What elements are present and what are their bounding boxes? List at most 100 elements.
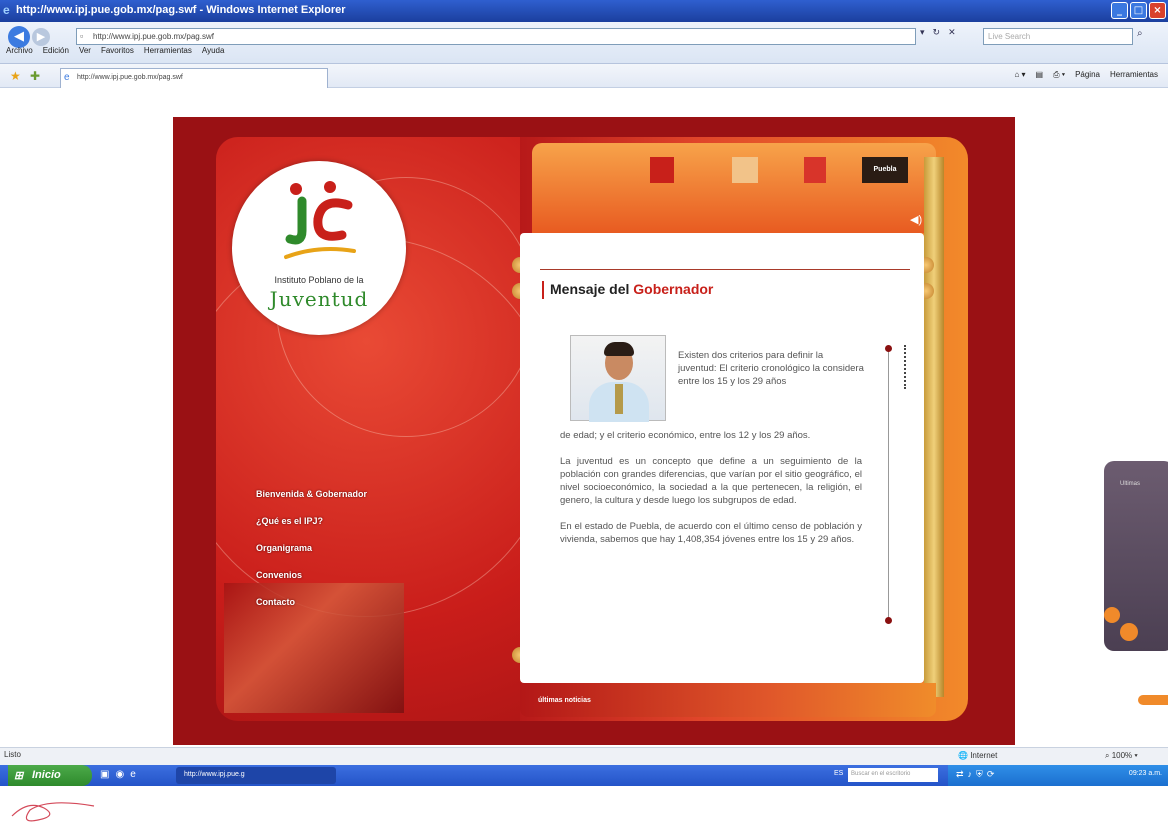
page-title: Mensaje del Gobernador	[550, 281, 713, 297]
windows-taskbar: ⊞ Inicio ▣ ◉ e http://www.ipj.pue.g ES B…	[0, 765, 1168, 786]
language-indicator[interactable]: ES	[834, 770, 843, 777]
photo-tie	[615, 384, 623, 414]
stop-icon[interactable]: ✕	[948, 28, 956, 38]
clock: 09:23 a.m.	[1128, 770, 1162, 777]
scrollbar-track[interactable]	[888, 351, 889, 621]
menu-herramientas[interactable]: Herramientas	[144, 46, 192, 55]
flash-content[interactable]: Instituto Poblano de la Juventud Bienven…	[173, 117, 1015, 745]
minimize-button[interactable]: _	[1111, 2, 1128, 19]
taskbar-window-ie[interactable]: http://www.ipj.pue.g	[176, 767, 336, 784]
zoom-level[interactable]: ⌕ 100% ▾	[1105, 751, 1138, 761]
print-icon[interactable]: ⎙ ▾	[1053, 70, 1065, 80]
search-icon[interactable]: ⌕	[1137, 28, 1143, 39]
sponsor-logo-2[interactable]	[732, 157, 758, 183]
news-label: últimas noticias	[538, 697, 591, 704]
decorative-gold-edge	[924, 157, 944, 697]
menu-contacto[interactable]: Contacto	[256, 597, 367, 607]
system-tray: ⇄ ♪ ⛨ ⟳ 09:23 a.m.	[948, 765, 1168, 786]
volume-icon[interactable]: ♪	[968, 769, 973, 780]
window-titlebar: e http://www.ipj.pue.gob.mx/pag.swf - Wi…	[0, 0, 1168, 22]
add-favorite-icon[interactable]: ✚	[30, 69, 40, 83]
navigation-bar: ◀ ▶ ▫ http://www.ipj.pue.gob.mx/pag.swf …	[0, 22, 1168, 64]
menu-favoritos[interactable]: Favoritos	[101, 46, 134, 55]
start-button[interactable]: ⊞ Inicio	[8, 765, 92, 786]
title-prefix: Mensaje del	[550, 281, 630, 297]
menu-ayuda[interactable]: Ayuda	[202, 46, 225, 55]
divider	[540, 269, 910, 270]
side-widget-label: Ultimas	[1120, 481, 1141, 487]
shield-icon[interactable]: ⛨	[976, 769, 983, 780]
ie-logo-icon: e	[3, 3, 10, 17]
menu-bar: Archivo Edición Ver Favoritos Herramient…	[6, 46, 224, 55]
sponsor-logo-1[interactable]	[650, 157, 674, 183]
refresh-icon[interactable]: ↻	[933, 28, 941, 38]
command-bar: ⌂ ▾ ▤ ⎙ ▾ Página Herramientas	[1014, 70, 1158, 80]
home-icon[interactable]: ⌂ ▾	[1014, 70, 1025, 80]
zone-label: Internet	[970, 751, 998, 760]
page-icon: ▫	[80, 31, 84, 41]
tab-current[interactable]: e http://www.ipj.pue.gob.mx/pag.swf	[60, 68, 328, 88]
menu-archivo[interactable]: Archivo	[6, 46, 33, 55]
search-input[interactable]: Live Search	[983, 28, 1133, 45]
speaker-icon[interactable]: ◀)	[910, 213, 922, 226]
page-menu[interactable]: Página	[1075, 70, 1100, 80]
side-button[interactable]	[1138, 695, 1168, 705]
ie-quick-icon[interactable]: e	[130, 769, 136, 780]
update-icon[interactable]: ⟳	[987, 769, 995, 780]
handwritten-mark	[11, 802, 95, 822]
dropdown-arrow-icon[interactable]: ▾	[920, 28, 925, 38]
desktop-search-input[interactable]: Buscar en el escritorio	[848, 768, 938, 782]
site-menu: Bienvenida & Gobernador ¿Qué es el IPJ? …	[256, 489, 367, 624]
intro-text: Existen dos criterios para definir la ju…	[678, 350, 864, 387]
content-panel: Mensaje del Gobernador Existen dos crite…	[520, 233, 924, 683]
favorites-star-icon[interactable]: ★	[10, 69, 21, 83]
news-bar[interactable]: últimas noticias	[520, 683, 936, 717]
browser-viewport: Instituto Poblano de la Juventud Bienven…	[0, 89, 1168, 747]
menu-bienvenida[interactable]: Bienvenida & Gobernador	[256, 489, 367, 499]
windows-flag-icon: ⊞	[14, 770, 24, 782]
governor-photo	[570, 335, 666, 422]
sponsor-logo-3[interactable]	[804, 157, 826, 183]
feeds-icon[interactable]: ▤	[1036, 70, 1044, 80]
tab-title: http://www.ipj.pue.gob.mx/pag.swf	[77, 74, 183, 81]
menu-que-es-ipj[interactable]: ¿Qué es el IPJ?	[256, 516, 367, 526]
menu-organigrama[interactable]: Organigrama	[256, 543, 367, 553]
photo-hair	[604, 342, 634, 356]
status-bar: Listo 🌐 Internet ⌕ 100% ▾	[0, 747, 1168, 765]
paragraph-1: de edad; y el criterio económico, entre …	[560, 430, 811, 441]
forward-button[interactable]: ▶	[32, 28, 50, 46]
window-controls: _ □ ×	[1111, 2, 1166, 19]
paragraph-2: La juventud es un concepto que define a …	[560, 456, 862, 506]
paragraph-3: En el estado de Puebla, de acuerdo con e…	[560, 521, 862, 545]
status-text: Listo	[4, 750, 21, 759]
scrollbar-bottom-knob[interactable]	[885, 617, 892, 624]
tools-menu[interactable]: Herramientas	[1110, 70, 1158, 80]
ie-page-icon: e	[64, 72, 70, 83]
title-highlight: Gobernador	[633, 281, 714, 297]
media-icon[interactable]: ◉	[115, 769, 124, 780]
sponsor-puebla[interactable]: Puebla	[862, 157, 908, 183]
show-desktop-icon[interactable]: ▣	[100, 769, 109, 780]
tray-icons: ⇄ ♪ ⛨ ⟳	[956, 769, 994, 780]
site-logo[interactable]: Instituto Poblano de la Juventud	[232, 161, 406, 335]
maximize-button[interactable]: □	[1130, 2, 1147, 19]
network-icon[interactable]: ⇄	[956, 769, 964, 780]
address-actions: ▾ ↻ ✕	[920, 28, 956, 38]
close-button[interactable]: ×	[1149, 2, 1166, 19]
menu-convenios[interactable]: Convenios	[256, 570, 367, 580]
scrollbar-top-knob[interactable]	[885, 345, 892, 352]
site-card: Instituto Poblano de la Juventud Bienven…	[216, 137, 968, 721]
back-button[interactable]: ◀	[8, 26, 30, 48]
zoom-value: 100%	[1111, 751, 1133, 760]
quick-launch: ▣ ◉ e	[100, 769, 136, 780]
start-label: Inicio	[32, 769, 61, 781]
address-text: http://www.ipj.pue.gob.mx/pag.swf	[93, 32, 214, 41]
message-body: de edad; y el criterio económico, entre …	[560, 429, 862, 559]
decor-dot	[1104, 607, 1120, 623]
scroll-indicator	[904, 345, 906, 389]
address-bar[interactable]: ▫ http://www.ipj.pue.gob.mx/pag.swf	[76, 28, 916, 45]
favorites-bar: ★ ✚ e http://www.ipj.pue.gob.mx/pag.swf …	[0, 64, 1168, 88]
menu-edicion[interactable]: Edición	[43, 46, 69, 55]
menu-ver[interactable]: Ver	[79, 46, 91, 55]
heading-accent	[542, 281, 544, 299]
